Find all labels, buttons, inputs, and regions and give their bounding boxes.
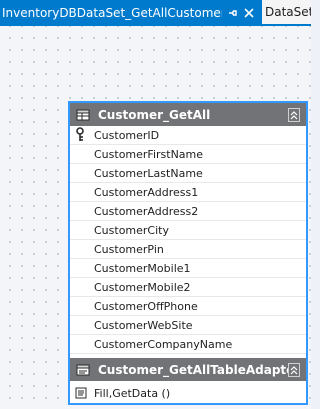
- column-row[interactable]: CustomerCompanyName: [70, 335, 306, 354]
- column-row[interactable]: CustomerMobile2: [70, 278, 306, 297]
- datatable-title: Customer_GetAll: [98, 107, 211, 122]
- column-row[interactable]: CustomerCity: [70, 221, 306, 240]
- column-label: CustomerOffPhone: [94, 299, 198, 313]
- collapse-icon[interactable]: [288, 107, 300, 122]
- tab-active-title: InventoryDBDataSet_GetAllCustomer.xsd: [2, 6, 222, 20]
- column-label: CustomerMobile2: [94, 280, 191, 294]
- column-label: CustomerLastName: [94, 166, 203, 180]
- column-row[interactable]: CustomerPin: [70, 240, 306, 259]
- column-row[interactable]: CustomerLastName: [70, 164, 306, 183]
- column-label: CustomerWebSite: [94, 318, 193, 332]
- column-label: CustomerAddress2: [94, 204, 199, 218]
- table-icon: [76, 108, 90, 122]
- column-row[interactable]: CustomerFirstName: [70, 145, 306, 164]
- column-row[interactable]: CustomerAddress1: [70, 183, 306, 202]
- document-tab-bar: InventoryDBDataSet_GetAllCustomer.xsd Da…: [0, 0, 311, 26]
- key-icon: [74, 127, 86, 143]
- datatable-header[interactable]: Customer_GetAll: [70, 103, 306, 126]
- column-label: CustomerCity: [94, 223, 169, 237]
- column-label: CustomerAddress1: [94, 185, 199, 199]
- pin-icon[interactable]: [226, 6, 240, 20]
- column-label: CustomerMobile1: [94, 261, 191, 275]
- datatable-customer-getall[interactable]: Customer_GetAll CustomerID CustomerFirst…: [68, 101, 308, 405]
- column-label: CustomerPin: [94, 242, 164, 256]
- tableadapter-title: Customer_GetAllTableAdapter: [98, 362, 288, 377]
- column-row-customerid[interactable]: CustomerID: [70, 126, 306, 145]
- column-label: CustomerID: [94, 128, 160, 142]
- method-icon: [74, 386, 88, 400]
- tab-active-document[interactable]: InventoryDBDataSet_GetAllCustomer.xsd: [0, 0, 262, 26]
- collapse-icon[interactable]: [288, 362, 300, 377]
- column-label: CustomerFirstName: [94, 147, 204, 161]
- column-label: CustomerCompanyName: [94, 337, 233, 351]
- tableadapter-method-row[interactable]: Fill,GetData (): [70, 383, 306, 403]
- column-row[interactable]: CustomerMobile1: [70, 259, 306, 278]
- tab-inactive-document[interactable]: DataSet_C: [262, 0, 311, 24]
- adapter-icon: [76, 363, 90, 377]
- tab-inactive-title: DataSet_C: [265, 5, 311, 19]
- tableadapter-header[interactable]: Customer_GetAllTableAdapter: [70, 358, 306, 381]
- close-icon[interactable]: [242, 6, 256, 20]
- designer-surface[interactable]: InventoryDBDataSet_GetAllCustomer.xsd Da…: [0, 0, 311, 409]
- tableadapter-method-label: Fill,GetData (): [94, 386, 171, 400]
- datatable-columns: CustomerID CustomerFirstName CustomerLas…: [70, 126, 306, 354]
- column-row[interactable]: CustomerWebSite: [70, 316, 306, 335]
- column-row[interactable]: CustomerOffPhone: [70, 297, 306, 316]
- column-row[interactable]: CustomerAddress2: [70, 202, 306, 221]
